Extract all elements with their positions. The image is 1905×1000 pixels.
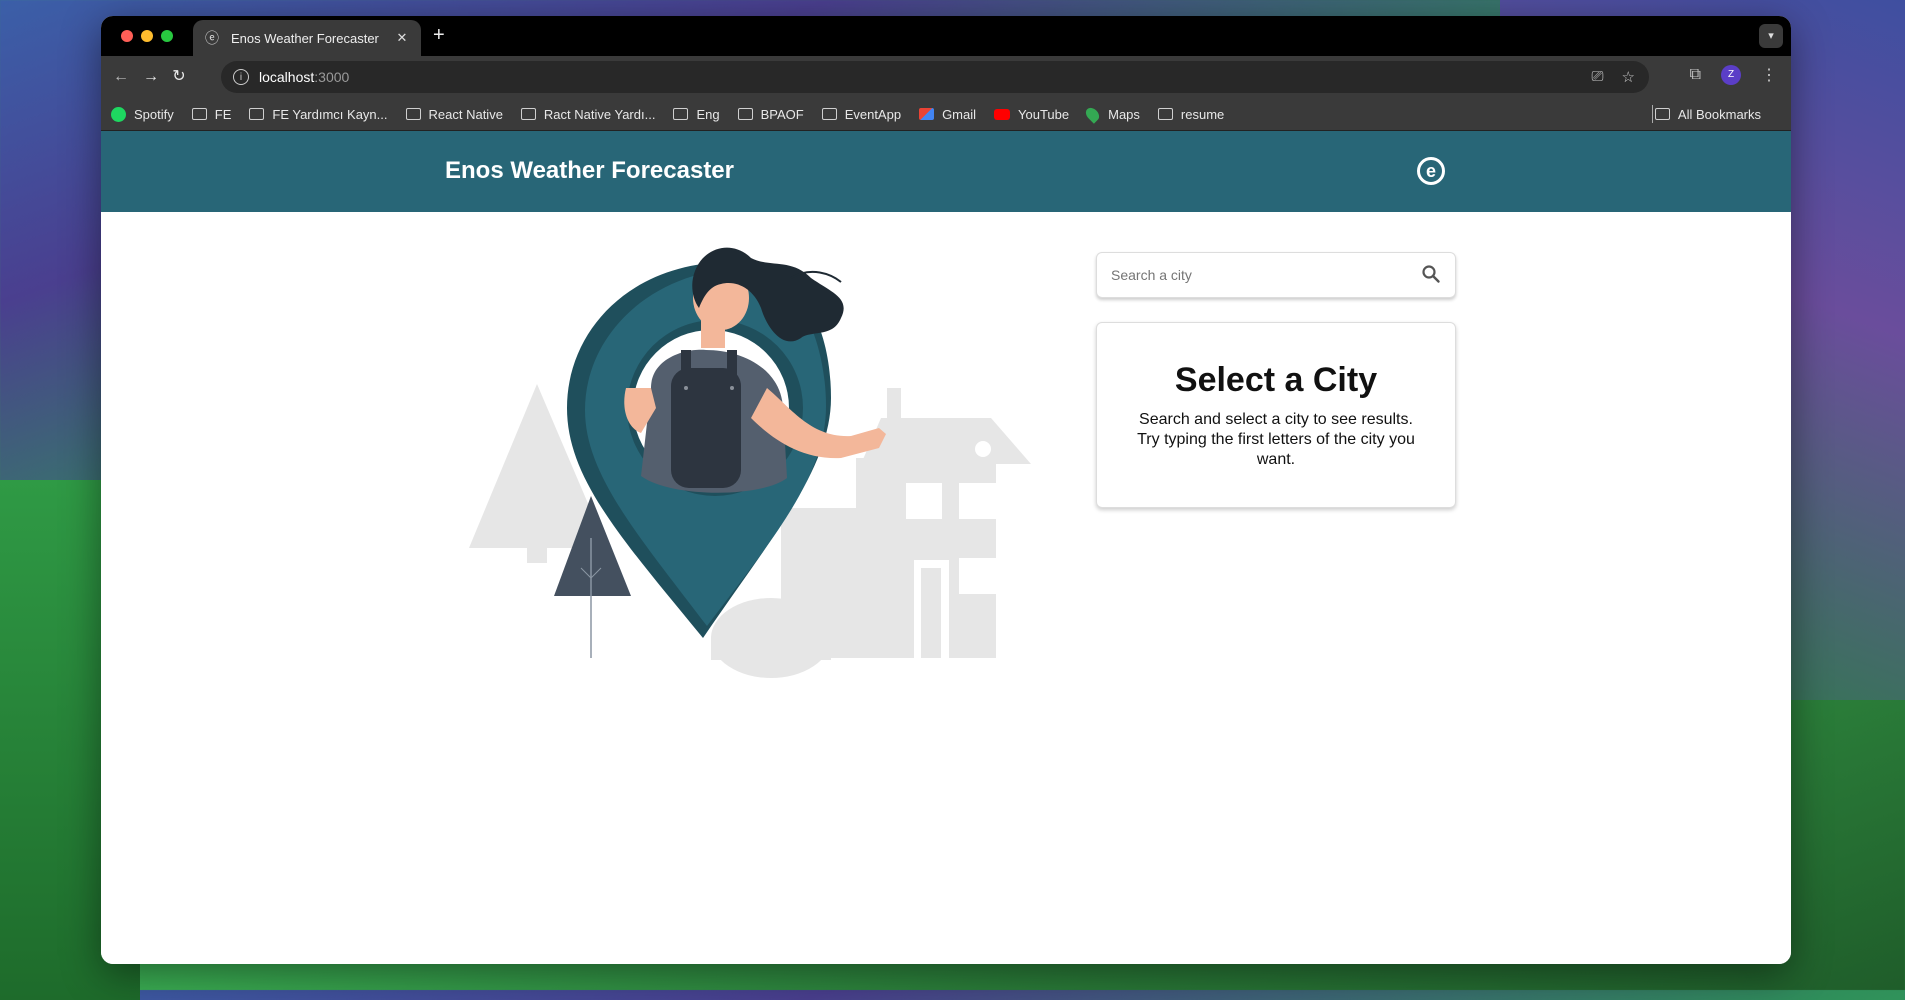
minimize-window-button[interactable] <box>141 30 153 42</box>
app-title: Enos Weather Forecaster <box>445 157 734 184</box>
bookmark-folder[interactable]: resume <box>1157 106 1225 122</box>
folder-icon <box>737 108 753 120</box>
folder-icon <box>1654 108 1670 120</box>
url-port: :3000 <box>314 69 350 85</box>
bookmark-folder[interactable]: FE <box>191 106 232 122</box>
all-bookmarks-button[interactable]: All Bookmarks <box>1654 106 1761 122</box>
bookmark-folder[interactable]: BPAOF <box>737 106 804 122</box>
location-pin-illustration <box>469 247 1031 678</box>
enos-logo-icon[interactable]: e <box>1417 157 1445 185</box>
tab-strip: ⓔ Enos Weather Forecaster ✕ + ▾ <box>101 16 1791 56</box>
bookmark-label: Maps <box>1108 106 1140 122</box>
reload-button[interactable]: ↻ <box>167 65 191 89</box>
bookmark-label: Ract Native Yardı... <box>543 106 656 122</box>
maps-icon <box>1083 104 1102 124</box>
profile-avatar[interactable]: Z <box>1721 65 1741 85</box>
forward-button[interactable]: → <box>139 65 163 89</box>
bookmark-item[interactable]: Maps <box>1083 104 1140 124</box>
bookmark-item[interactable]: YouTube <box>994 107 1069 122</box>
bookmark-label: Gmail <box>942 106 977 122</box>
bookmark-item[interactable]: Spotify <box>111 106 174 122</box>
bookmark-label: Spotify <box>134 106 174 122</box>
card-description: Search and select a city to see results.… <box>1137 411 1415 468</box>
bookmark-folder[interactable]: EventApp <box>821 106 902 122</box>
bookmark-folder[interactable]: FE Yardımcı Kayn... <box>249 106 388 122</box>
extensions-icon[interactable]: ⧉ <box>1690 66 1701 84</box>
tab-title: Enos Weather Forecaster <box>231 30 379 46</box>
bookmark-label: React Native <box>428 106 503 122</box>
card-title: Select a City <box>1174 361 1378 399</box>
city-search-input[interactable] <box>1097 253 1403 297</box>
select-city-card: Select a City Search and select a city t… <box>1096 322 1456 508</box>
bookmark-label: resume <box>1180 106 1225 122</box>
all-bookmarks-label: All Bookmarks <box>1677 106 1761 122</box>
bookmark-label: EventApp <box>844 106 902 122</box>
tab-search-button[interactable]: ▾ <box>1759 24 1783 48</box>
bookmark-star-icon[interactable]: ☆ <box>1622 68 1635 86</box>
install-app-icon[interactable]: ⎚ <box>1592 68 1604 86</box>
browser-window: ⓔ Enos Weather Forecaster ✕ + ▾ ← → ↻ i … <box>101 16 1791 964</box>
bookmarks-divider <box>1652 105 1653 123</box>
close-window-button[interactable] <box>121 30 133 42</box>
browser-menu-icon[interactable]: ⋮ <box>1761 65 1777 85</box>
city-search-box <box>1096 252 1456 298</box>
enos-favicon-icon: ⓔ <box>205 30 219 46</box>
bookmark-item[interactable]: Gmail <box>919 107 976 122</box>
main-content: Select a City Search and select a city t… <box>101 212 1791 964</box>
folder-icon <box>191 108 207 120</box>
folder-icon <box>821 108 837 120</box>
url-host: localhost <box>259 69 315 85</box>
folder-icon <box>405 108 421 120</box>
bookmark-label: FE <box>214 106 232 122</box>
bookmarks-bar: Spotify FE FE Yardımcı Kayn... React Nat… <box>101 98 1791 131</box>
address-bar[interactable]: i localhost:3000 ⎚ ☆ <box>221 61 1649 93</box>
folder-icon <box>520 108 536 120</box>
bookmark-label: Eng <box>696 106 720 122</box>
browser-toolbar: ← → ↻ i localhost:3000 ⎚ ☆ ⧉ Z ⋮ <box>101 56 1791 98</box>
bookmark-label: YouTube <box>1018 106 1070 122</box>
back-button[interactable]: ← <box>109 65 133 89</box>
bookmark-label: BPAOF <box>760 106 804 122</box>
bookmark-label: FE Yardımcı Kayn... <box>272 106 388 122</box>
active-tab[interactable]: ⓔ Enos Weather Forecaster ✕ <box>193 20 421 56</box>
maximize-window-button[interactable] <box>161 30 173 42</box>
gmail-icon <box>919 108 935 120</box>
folder-icon <box>249 108 265 120</box>
bookmark-folder[interactable]: Eng <box>673 106 720 122</box>
site-info-icon[interactable]: i <box>233 69 249 85</box>
new-tab-button[interactable]: + <box>433 24 445 47</box>
bookmark-folder[interactable]: React Native <box>405 106 503 122</box>
spotify-icon <box>111 106 126 122</box>
app-header: Enos Weather Forecaster e <box>101 131 1791 212</box>
tab-close-icon[interactable]: ✕ <box>393 30 411 46</box>
folder-icon <box>1157 108 1173 120</box>
search-icon[interactable] <box>1421 264 1441 284</box>
bookmark-folder[interactable]: Ract Native Yardı... <box>520 106 656 122</box>
folder-icon <box>673 108 689 120</box>
window-controls <box>121 30 173 42</box>
toolbar-actions: ⧉ Z ⋮ <box>1690 65 1777 85</box>
youtube-icon <box>994 108 1011 120</box>
